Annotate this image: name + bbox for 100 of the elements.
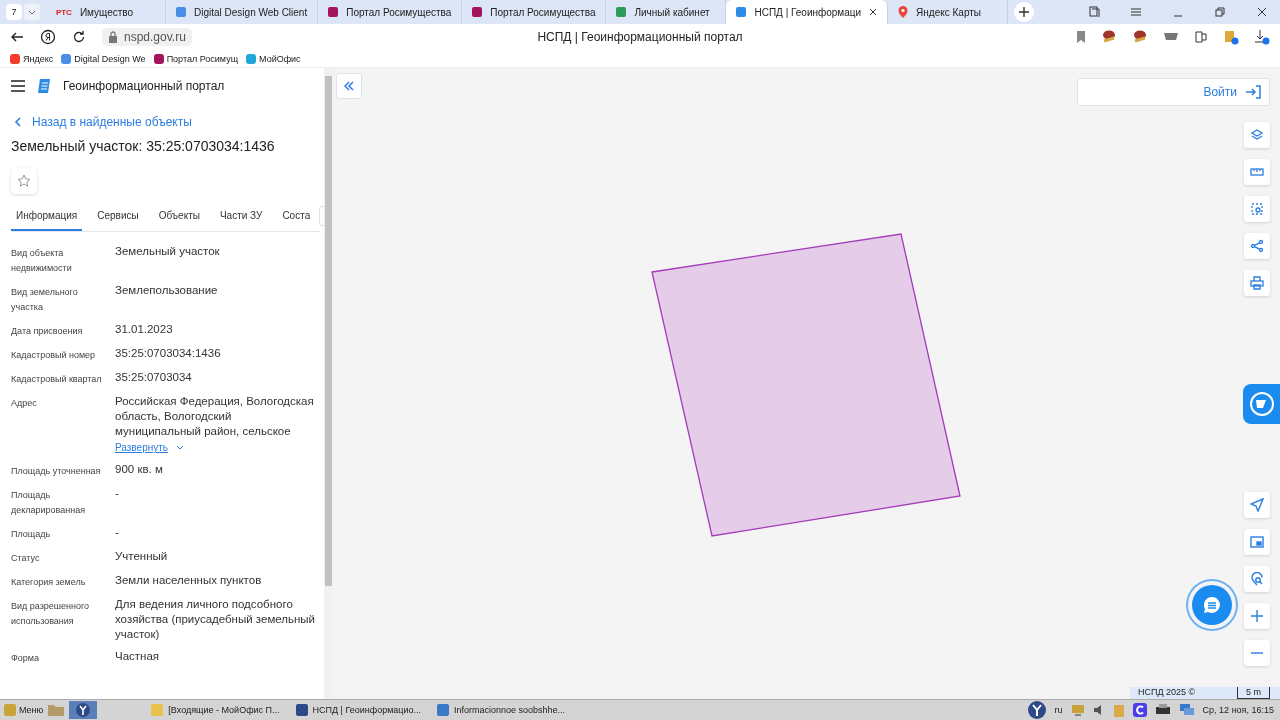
favorite-button[interactable] [11, 168, 37, 194]
tab-counter[interactable]: 7 [6, 4, 22, 20]
site-icon [616, 7, 627, 17]
collapse-panel-button[interactable] [336, 73, 362, 99]
portal-logo-icon [37, 78, 51, 94]
chat-icon [1202, 595, 1222, 615]
print-button[interactable] [1244, 270, 1270, 296]
site-icon [176, 7, 186, 17]
taskbar-task[interactable]: НСПД | Геоинформацио... [289, 704, 428, 716]
browser-tab[interactable]: НСПД | Геоинформаци [726, 0, 889, 24]
chevron-down-icon [176, 444, 184, 451]
field-value: Российская Федерация, Вологодская область, Вологодский муниципальный район, сельское [115, 394, 315, 439]
field-label: Категория земель [11, 576, 87, 589]
close-icon[interactable] [869, 8, 878, 16]
yandex-circle-icon[interactable] [40, 29, 56, 45]
locate-button[interactable] [1244, 492, 1270, 518]
extension-icon[interactable] [1101, 29, 1117, 45]
collections-icon[interactable] [1088, 6, 1100, 18]
feedback-tab[interactable] [1243, 384, 1280, 424]
monitor-icon[interactable] [1070, 704, 1085, 716]
menu-icon[interactable] [11, 80, 25, 92]
site-icon [736, 7, 747, 17]
login-icon [1245, 85, 1261, 99]
field-label: Вид разрешенного использования [11, 600, 91, 628]
field-label: Дата присвоения [11, 325, 84, 338]
tab-list-button[interactable] [24, 4, 40, 20]
download-icon[interactable] [1254, 29, 1270, 45]
info-tab[interactable]: Части ЗУ [214, 204, 268, 231]
extension-icon[interactable] [1194, 30, 1208, 44]
field-value: 35:25:0703034 [115, 370, 192, 385]
double-chevron-left-icon [344, 81, 354, 91]
info-tab[interactable]: Сервисы [92, 204, 144, 231]
app-tray-icon[interactable] [1132, 703, 1147, 717]
login-button[interactable]: Войти [1077, 78, 1270, 106]
info-tab[interactable]: Объекты [153, 204, 205, 231]
field-value: Для ведения личного подсобного хозяйства (приусадебный земельный участок) [115, 597, 317, 642]
browser-launcher-button[interactable] [69, 701, 98, 719]
field-value: Частная [115, 649, 160, 664]
field-label: Вид объекта недвижимости [11, 247, 73, 275]
network-icon[interactable] [1178, 703, 1195, 717]
taskbar-task[interactable]: Informacionnoe soobshhe... [431, 704, 572, 716]
field-label: Адрес [11, 397, 38, 410]
field-value: - [115, 525, 119, 540]
minimap-icon [1250, 535, 1264, 549]
keyboard-layout[interactable]: ru [1054, 705, 1063, 715]
field-label: Площадь [11, 528, 52, 541]
bookmark-icon[interactable] [1076, 31, 1086, 43]
field-value: 35:25:0703034:1436 [115, 346, 221, 361]
bookmark[interactable]: Яндекс [10, 53, 54, 64]
field-label: Площадь декларированная [11, 489, 87, 517]
area-select-icon [1250, 202, 1264, 216]
field-value: Земли населенных пунктов [115, 573, 262, 588]
extension-icon[interactable] [1223, 29, 1239, 45]
share-icon [1250, 239, 1264, 253]
browser-tray-icon[interactable] [1026, 700, 1047, 720]
ruler-button[interactable] [1244, 159, 1270, 185]
bookmark[interactable]: Портал Росимущ [153, 53, 239, 64]
bookmark[interactable]: МойОфис [246, 53, 301, 64]
printer-icon[interactable] [1154, 703, 1171, 717]
start-menu-button[interactable]: Меню [4, 704, 44, 716]
address-field[interactable]: nspd.gov.ru [102, 28, 192, 46]
location-search-icon [1250, 572, 1264, 586]
expand-link[interactable]: Развернуть [115, 440, 184, 455]
extension-icon[interactable] [1132, 29, 1148, 45]
location-search-button[interactable] [1244, 566, 1270, 592]
share-button[interactable] [1244, 233, 1270, 259]
close-icon[interactable] [1256, 6, 1268, 18]
info-tab[interactable]: Соста [277, 204, 316, 231]
field-value: Учтенный [115, 549, 168, 564]
zoom-in-button[interactable] [1244, 603, 1270, 629]
taskbar-task[interactable]: [Входящие - МойОфис П... [145, 704, 286, 716]
scrollbar[interactable] [324, 68, 333, 699]
layers-icon [1250, 128, 1264, 142]
site-icon [328, 7, 339, 17]
field-label: Статус [11, 552, 41, 565]
back-arrow-icon[interactable] [10, 30, 24, 44]
zoom-in-icon [1250, 609, 1264, 623]
field-label: Кадастровый номер [11, 349, 97, 362]
area-select-button[interactable] [1244, 196, 1270, 222]
map-area[interactable]: Войти НСПД 2025 © 5 m [333, 68, 1280, 699]
new-tab-button[interactable] [1014, 2, 1035, 22]
minimap-button[interactable] [1244, 529, 1270, 555]
site-icon [472, 7, 483, 17]
restore-icon[interactable] [1214, 6, 1226, 18]
reload-icon[interactable] [72, 30, 86, 44]
info-tab[interactable]: Информация [11, 204, 83, 231]
field-value: 31.01.2023 [115, 322, 173, 337]
chevron-left-icon [14, 117, 22, 127]
extension-icon[interactable] [1163, 31, 1179, 43]
field-label: Форма [11, 652, 41, 665]
site-logo: РТС [56, 7, 72, 17]
field-value: Землепользование [115, 283, 218, 298]
layers-button[interactable] [1244, 122, 1270, 148]
clipboard-icon[interactable] [1112, 703, 1125, 717]
back-link[interactable]: Назад в найденные объекты [14, 110, 320, 134]
field-value: Земельный участок [115, 244, 220, 259]
print-icon [1250, 276, 1264, 290]
bookmark[interactable]: Digital Design We [61, 53, 146, 64]
page-title: НСПД | Геоинформационный портал [537, 30, 743, 44]
zoom-out-button[interactable] [1244, 640, 1270, 666]
